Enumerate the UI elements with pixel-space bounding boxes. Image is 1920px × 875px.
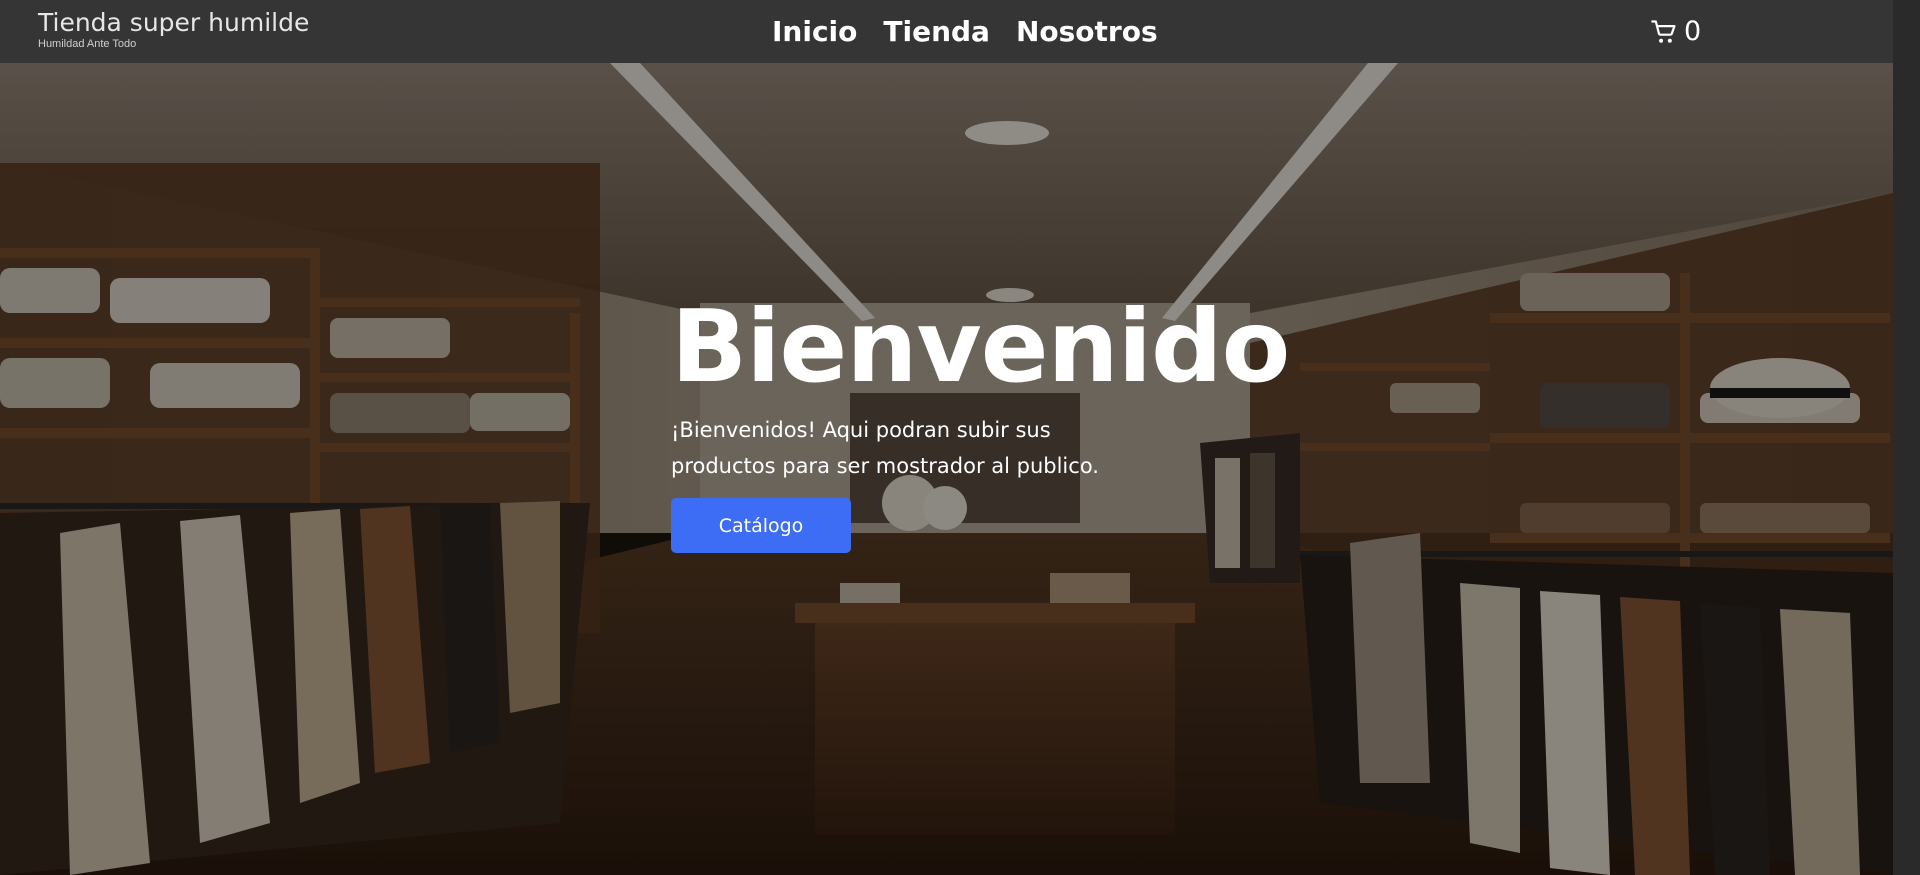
catalog-button[interactable]: Catálogo [671, 498, 851, 553]
nav-link-nosotros[interactable]: Nosotros [1016, 14, 1158, 50]
hero-content: Bienvenido ¡Bienvenidos! Aqui podran sub… [671, 288, 1290, 553]
window-right-edge [1893, 0, 1920, 875]
shopping-cart-icon [1650, 18, 1678, 46]
page: Tienda super humilde Humildad Ante Todo … [0, 0, 1920, 875]
nav-link-tienda[interactable]: Tienda [883, 14, 990, 50]
brand-subtitle: Humildad Ante Todo [38, 38, 137, 50]
brand[interactable]: Tienda super humilde Humildad Ante Todo [38, 8, 309, 50]
nav-link-inicio[interactable]: Inicio [772, 14, 857, 50]
main-nav: Inicio Tienda Nosotros [772, 14, 1158, 50]
brand-title[interactable]: Tienda super humilde [38, 8, 309, 38]
hero-title: Bienvenido [671, 288, 1290, 405]
cart-count: 0 [1684, 16, 1702, 47]
cart-button[interactable]: 0 [1650, 15, 1701, 49]
hero-section: Bienvenido ¡Bienvenidos! Aqui podran sub… [0, 63, 1893, 875]
top-navbar: Tienda super humilde Humildad Ante Todo … [0, 0, 1893, 63]
hero-description: ¡Bienvenidos! Aqui podran subir sus prod… [671, 418, 1099, 478]
